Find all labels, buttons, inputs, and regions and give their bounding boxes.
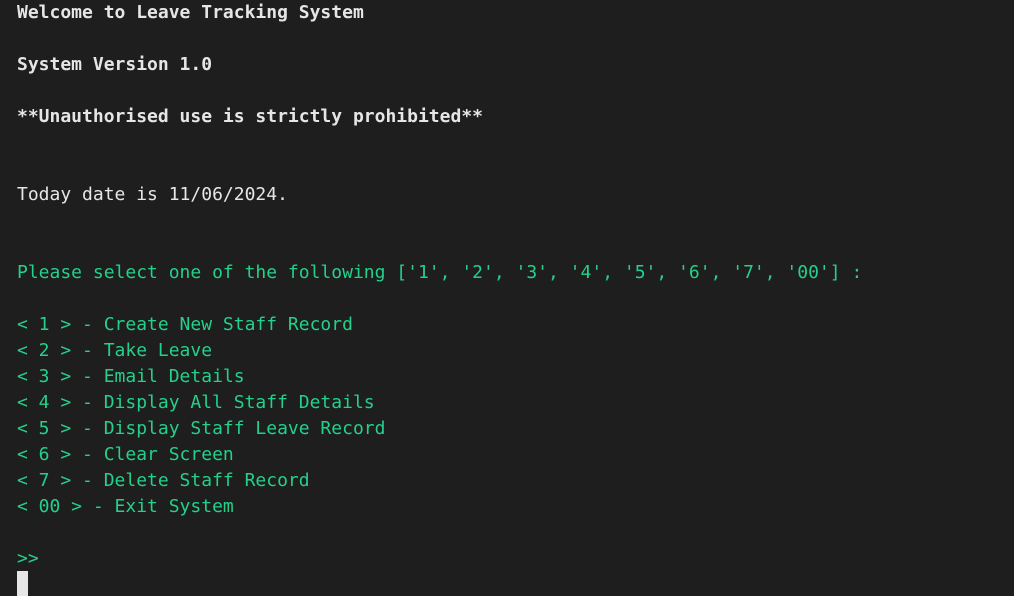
menu-item-delete-staff: < 7 > - Delete Staff Record xyxy=(17,470,310,491)
menu-item-create-staff: < 1 > - Create New Staff Record xyxy=(17,314,353,335)
welcome-heading: Welcome to Leave Tracking System xyxy=(17,2,364,23)
menu-item-exit-system: < 00 > - Exit System xyxy=(17,496,234,517)
usage-warning: **Unauthorised use is strictly prohibite… xyxy=(17,106,483,127)
menu-item-display-all-staff: < 4 > - Display All Staff Details xyxy=(17,392,375,413)
input-prompt: >> xyxy=(17,548,39,569)
menu-item-take-leave: < 2 > - Take Leave xyxy=(17,340,213,361)
menu-item-email-details: < 3 > - Email Details xyxy=(17,366,245,387)
menu-item-display-leave-record: < 5 > - Display Staff Leave Record xyxy=(17,418,386,439)
menu-item-clear-screen: < 6 > - Clear Screen xyxy=(17,444,234,465)
terminal-window[interactable]: Welcome to Leave Tracking System System … xyxy=(0,0,1014,596)
date-line: Today date is 11/06/2024. xyxy=(17,184,288,205)
system-version: System Version 1.0 xyxy=(17,54,213,75)
menu-prompt: Please select one of the following ['1',… xyxy=(17,262,863,283)
text-cursor[interactable] xyxy=(17,571,28,596)
